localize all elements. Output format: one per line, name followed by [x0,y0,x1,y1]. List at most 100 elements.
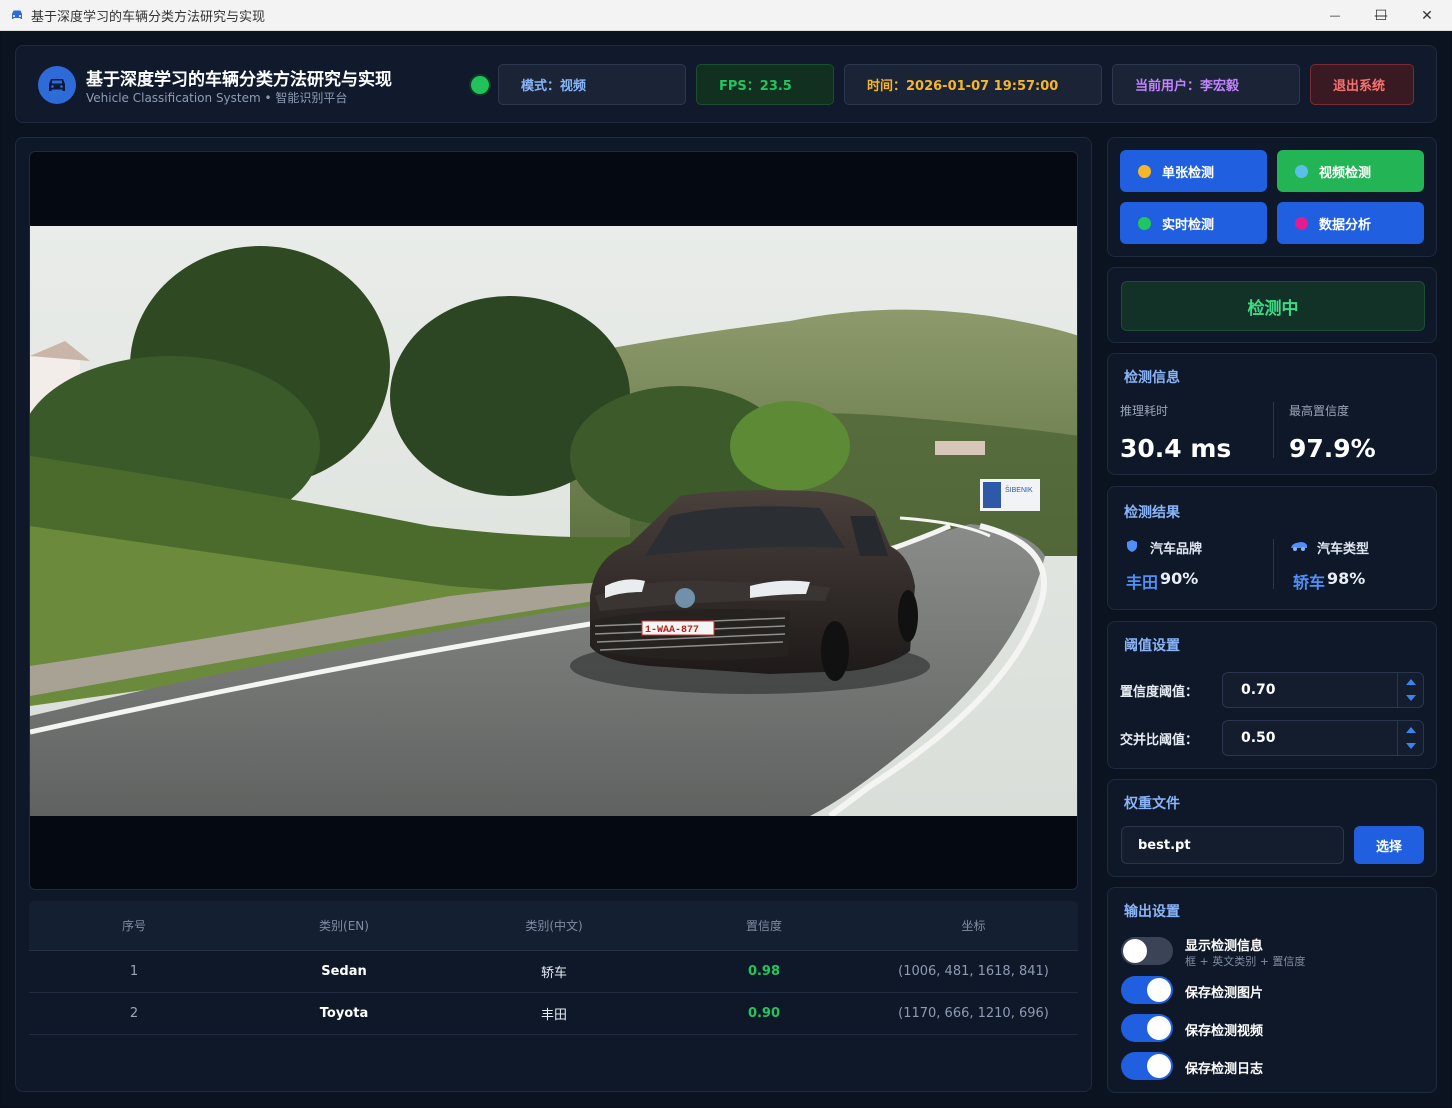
divider [1273,402,1274,458]
toggle-knob [1147,1016,1171,1040]
close-button[interactable]: ✕ [1404,0,1450,31]
max-confidence-label: 最高置信度 [1289,404,1350,418]
select-weight-button[interactable]: 选择 [1354,826,1424,864]
iou-threshold-spinbox[interactable]: 0.50 [1222,720,1424,756]
mode-label: 视频检测 [1319,165,1372,181]
iou-threshold-value: 0.50 [1241,730,1276,746]
window-titlebar: 基于深度学习的车辆分类方法研究与实现 — — ☐ ✕ [0,0,1452,31]
brand-label: 汽车品牌 [1150,542,1203,557]
output-settings-title: 输出设置 [1124,904,1180,920]
confidence-threshold-spinbox[interactable]: 0.70 [1222,672,1424,708]
iou-threshold-label: 交并比阈值： [1120,733,1199,748]
threshold-settings-title: 阈值设置 [1124,638,1180,654]
type-name: 轿车 [1293,573,1326,592]
main-panel: ŠIBENIK 1-WAA-877 序号 类别(EN) 类别(中文) 置信度 坐… [15,137,1092,1092]
results-table: 序号 类别(EN) 类别(中文) 置信度 坐标 1 Sedan 轿车 0.98 … [29,901,1078,1079]
mode-label: 数据分析 [1319,217,1372,233]
single-image-detect-button[interactable]: 单张检测 [1120,150,1267,192]
toggle-label: 保存检测视频 [1185,1024,1264,1039]
detect-status-card: 检测中 [1107,267,1437,343]
toggle-sublabel: 框 + 英文类别 + 置信度 [1185,955,1306,968]
table-header: 序号 类别(EN) 类别(中文) 置信度 坐标 [29,901,1078,951]
status-indicator [471,76,489,94]
cell-coords: (1006, 481, 1618, 841) [898,964,1049,979]
detect-toggle-button[interactable]: 检测中 [1121,281,1425,331]
column-header-confidence: 置信度 [745,919,782,933]
brand-name: 丰田 [1126,573,1159,592]
exit-button[interactable]: 退出系统 [1310,64,1414,105]
divider [1273,539,1274,589]
weight-file-input[interactable]: best.pt [1121,826,1344,864]
realtime-detect-button[interactable]: 实时检测 [1120,202,1267,244]
dot-icon [1138,217,1151,230]
minimize-button-alt[interactable]: — [1312,0,1358,31]
chevron-up-icon[interactable] [1406,727,1416,733]
cell-confidence: 0.90 [747,1006,781,1021]
car-logo-icon [38,66,76,104]
column-header-coords: 坐标 [961,919,986,933]
type-label: 汽车类型 [1317,542,1370,557]
video-detect-button[interactable]: 视频检测 [1277,150,1424,192]
weight-file-card: 权重文件 best.pt 选择 [1107,779,1437,877]
mode-selector-card: 单张检测 视频检测 实时检测 数据分析 [1107,137,1437,257]
cell-index: 1 [129,964,139,979]
brand-confidence: 90% [1160,569,1199,588]
window-title: 基于深度学习的车辆分类方法研究与实现 [31,8,266,24]
chevron-down-icon[interactable] [1406,695,1416,701]
save-detection-image-toggle[interactable] [1121,976,1173,1004]
time-badge: 时间：2026-01-07 19:57:00 [844,64,1102,105]
mode-label: 单张检测 [1162,165,1215,181]
data-analysis-button[interactable]: 数据分析 [1277,202,1424,244]
table-row[interactable]: 2 Toyota 丰田 0.90 (1170, 666, 1210, 696) [29,993,1078,1035]
toggle-label: 保存检测日志 [1185,1062,1264,1077]
column-header-class-cn: 类别(中文) [525,919,583,933]
show-detection-info-toggle[interactable] [1121,937,1173,965]
column-header-index: 序号 [121,919,146,933]
app-header: 基于深度学习的车辆分类方法研究与实现 Vehicle Classificatio… [15,45,1437,123]
app-subtitle: Vehicle Classification System • 智能识别平台 [86,91,348,105]
user-badge: 当前用户：李宏毅 [1112,64,1300,105]
chevron-up-icon[interactable] [1406,679,1416,685]
detection-result-card: 检测结果 汽车品牌 丰田 90% 汽车类型 轿车 98% [1107,486,1437,610]
toggle-knob [1147,1054,1171,1078]
column-header-class-en: 类别(EN) [319,919,369,933]
fps-badge: FPS：23.5 [696,64,834,105]
type-confidence: 98% [1327,569,1366,588]
cell-class-en: Sedan [321,964,367,979]
dot-icon [1138,165,1151,178]
mode-badge: 模式：视频 [498,64,686,105]
cell-class-cn: 轿车 [540,966,567,981]
car-type-icon [1291,542,1307,551]
detection-info-card: 检测信息 推理耗时 30.4 ms 最高置信度 97.9% [1107,353,1437,475]
cell-confidence: 0.98 [747,964,781,979]
maximize-button[interactable]: ☐ [1358,0,1404,31]
weight-file-title: 权重文件 [1124,796,1180,812]
cell-class-cn: 丰田 [540,1008,567,1023]
max-confidence-value: 97.9% [1289,434,1376,463]
car-icon [12,10,22,19]
inference-time-value: 30.4 ms [1120,434,1232,463]
toggle-label: 显示检测信息 [1185,939,1264,954]
chevron-down-icon[interactable] [1406,743,1416,749]
dot-icon [1295,217,1308,230]
detection-info-title: 检测信息 [1124,370,1180,386]
close-icon: ✕ [1421,7,1433,24]
shield-icon [1127,540,1137,552]
app-window: 基于深度学习的车辆分类方法研究与实现 Vehicle Classificatio… [1,31,1451,1107]
cell-coords: (1170, 666, 1210, 696) [898,1006,1049,1021]
toggle-label: 保存检测图片 [1185,986,1264,1001]
confidence-threshold-label: 置信度阈值： [1120,685,1199,700]
save-detection-log-toggle[interactable] [1121,1052,1173,1080]
app-title: 基于深度学习的车辆分类方法研究与实现 [86,70,392,90]
video-display: ŠIBENIK 1-WAA-877 [29,151,1078,890]
confidence-threshold-value: 0.70 [1241,682,1276,698]
spin-buttons [1397,721,1423,755]
maximize-icon: ☐ [1374,7,1388,24]
cell-class-en: Toyota [319,1006,369,1021]
toggle-knob [1147,978,1171,1002]
video-frame: ŠIBENIK 1-WAA-877 [30,226,1077,816]
save-detection-video-toggle[interactable] [1121,1014,1173,1042]
toggle-knob [1123,939,1147,963]
mode-label: 实时检测 [1162,217,1215,233]
table-row[interactable]: 1 Sedan 轿车 0.98 (1006, 481, 1618, 841) [29,951,1078,993]
